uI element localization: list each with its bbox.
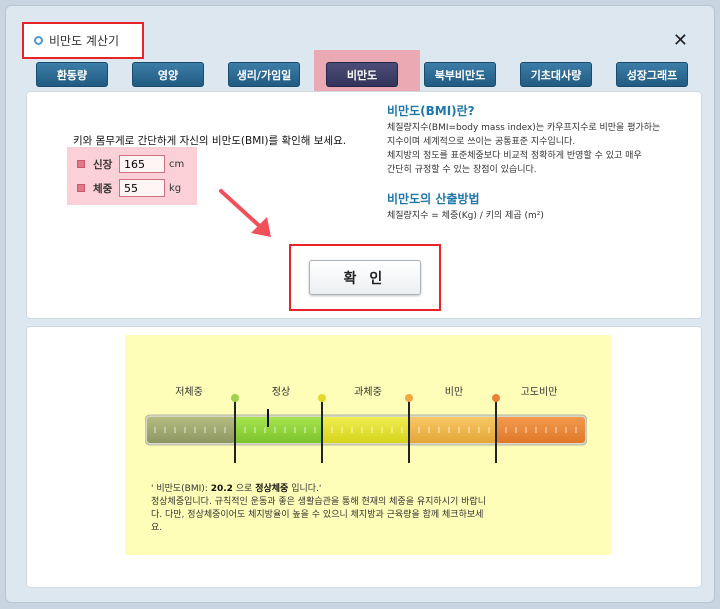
confirm-highlight: 확 인 xyxy=(289,244,441,311)
input-zone: 신장 cm 체중 kg xyxy=(67,147,197,205)
boundary-obese xyxy=(408,399,410,463)
height-bullet-icon xyxy=(77,160,85,168)
weight-unit: kg xyxy=(169,182,182,194)
segment-obese xyxy=(409,417,496,443)
tab-bmr[interactable]: 기초대사량 xyxy=(520,62,592,87)
bmi-method-title: 비만도의 산출방법 xyxy=(387,192,480,206)
arrow-icon xyxy=(219,189,271,237)
bmi-definition-title: 비만도(BMI)란? xyxy=(387,104,475,118)
tab-nutrition[interactable]: 영양 xyxy=(132,62,204,87)
result-line-3: 다. 다만, 정상체중이어도 체지방율이 높을 수 있으니 체지방과 근육량을 … xyxy=(151,510,484,520)
weight-label: 체중 xyxy=(93,182,113,195)
bmi-gauge xyxy=(145,414,587,446)
bmi-calculator-window: 비만도 계산기 ✕ 환동량 영양 생리/가임일 비만도 북부비만도 기초대사량 … xyxy=(5,5,715,603)
result-area: 저체중 정상 과체중 비만 고도비만 ' 비만도(BMI): 20.2 으로 정… xyxy=(125,335,611,555)
height-unit: cm xyxy=(169,158,185,170)
result-line-2: 정상체중입니다. 규칙적인 운동과 좋은 생활습관을 통해 현재의 체중을 유지… xyxy=(151,497,486,507)
close-icon[interactable]: ✕ xyxy=(673,30,688,51)
category-severe-obesity: 고도비만 xyxy=(520,387,558,398)
result-line-4: 요. xyxy=(151,523,163,533)
tab-abdominal-obesity[interactable]: 북부비만도 xyxy=(424,62,496,87)
tab-growth-chart[interactable]: 성장그래프 xyxy=(616,62,688,87)
bmi-pointer xyxy=(266,409,269,427)
window-title: 비만도 계산기 xyxy=(49,34,120,48)
weight-bullet-icon xyxy=(77,184,85,192)
input-panel: 키와 몸무게로 간단하게 자신의 비만도(BMI)를 확인해 보세요. 신장 c… xyxy=(26,91,702,319)
boundary-overweight xyxy=(321,399,323,463)
obese-dot-icon xyxy=(405,394,413,402)
tab-exercise[interactable]: 환동량 xyxy=(36,62,108,87)
height-input[interactable] xyxy=(119,155,165,173)
category-normal: 정상 xyxy=(271,387,291,398)
boundary-severe-obesity xyxy=(495,399,497,463)
title-box: 비만도 계산기 xyxy=(22,22,144,59)
tab-bmi[interactable]: 비만도 xyxy=(326,62,398,87)
bmi-definition-line-1: 체질량지수(BMI=body mass index)는 카우프지수로 비만을 평… xyxy=(387,123,661,133)
segment-normal xyxy=(235,417,322,443)
height-label: 신장 xyxy=(93,158,113,171)
bmi-definition-line-2: 지수이며 세계적으로 쓰이는 공통표준 지수입니다. xyxy=(387,137,576,147)
boundary-normal xyxy=(234,399,236,463)
overweight-dot-icon xyxy=(318,394,326,402)
category-overweight: 과체중 xyxy=(354,387,382,398)
tab-menstrual[interactable]: 생리/가임일 xyxy=(228,62,300,87)
segment-severe-obesity xyxy=(496,417,585,443)
result-line-1: ' 비만도(BMI): 20.2 으로 정상체중 입니다.' xyxy=(151,484,322,494)
instruction-text: 키와 몸무게로 간단하게 자신의 비만도(BMI)를 확인해 보세요. xyxy=(73,135,347,147)
height-row: 신장 cm xyxy=(77,155,184,173)
title-bullet-icon xyxy=(34,36,43,45)
bmi-formula: 체질량지수 = 체중(Kg) / 키의 제곱 (m²) xyxy=(387,211,544,221)
tab-bar: 환동량 영양 생리/가임일 비만도 북부비만도 기초대사량 성장그래프 xyxy=(36,50,696,100)
confirm-button[interactable]: 확 인 xyxy=(309,260,421,295)
result-text: ' 비만도(BMI): 20.2 으로 정상체중 입니다.' 정상체중입니다. … xyxy=(151,483,581,535)
category-underweight: 저체중 xyxy=(175,387,203,398)
severe-obesity-dot-icon xyxy=(492,394,500,402)
bmi-definition-line-4: 간단히 규정할 수 있는 장점이 있습니다. xyxy=(387,165,537,175)
weight-row: 체중 kg xyxy=(77,179,181,197)
bmi-status: 정상체중 xyxy=(255,484,289,494)
category-obese: 비만 xyxy=(444,387,464,398)
normal-dot-icon xyxy=(231,394,239,402)
weight-input[interactable] xyxy=(119,179,165,197)
bmi-definition-line-3: 체지방의 정도를 표준체중보다 비교적 정확하게 반영할 수 있고 매우 xyxy=(387,151,642,161)
bmi-value: 20.2 xyxy=(210,484,233,494)
segment-overweight xyxy=(322,417,409,443)
result-panel: 저체중 정상 과체중 비만 고도비만 ' 비만도(BMI): 20.2 으로 정… xyxy=(26,326,702,588)
segment-underweight xyxy=(147,417,235,443)
